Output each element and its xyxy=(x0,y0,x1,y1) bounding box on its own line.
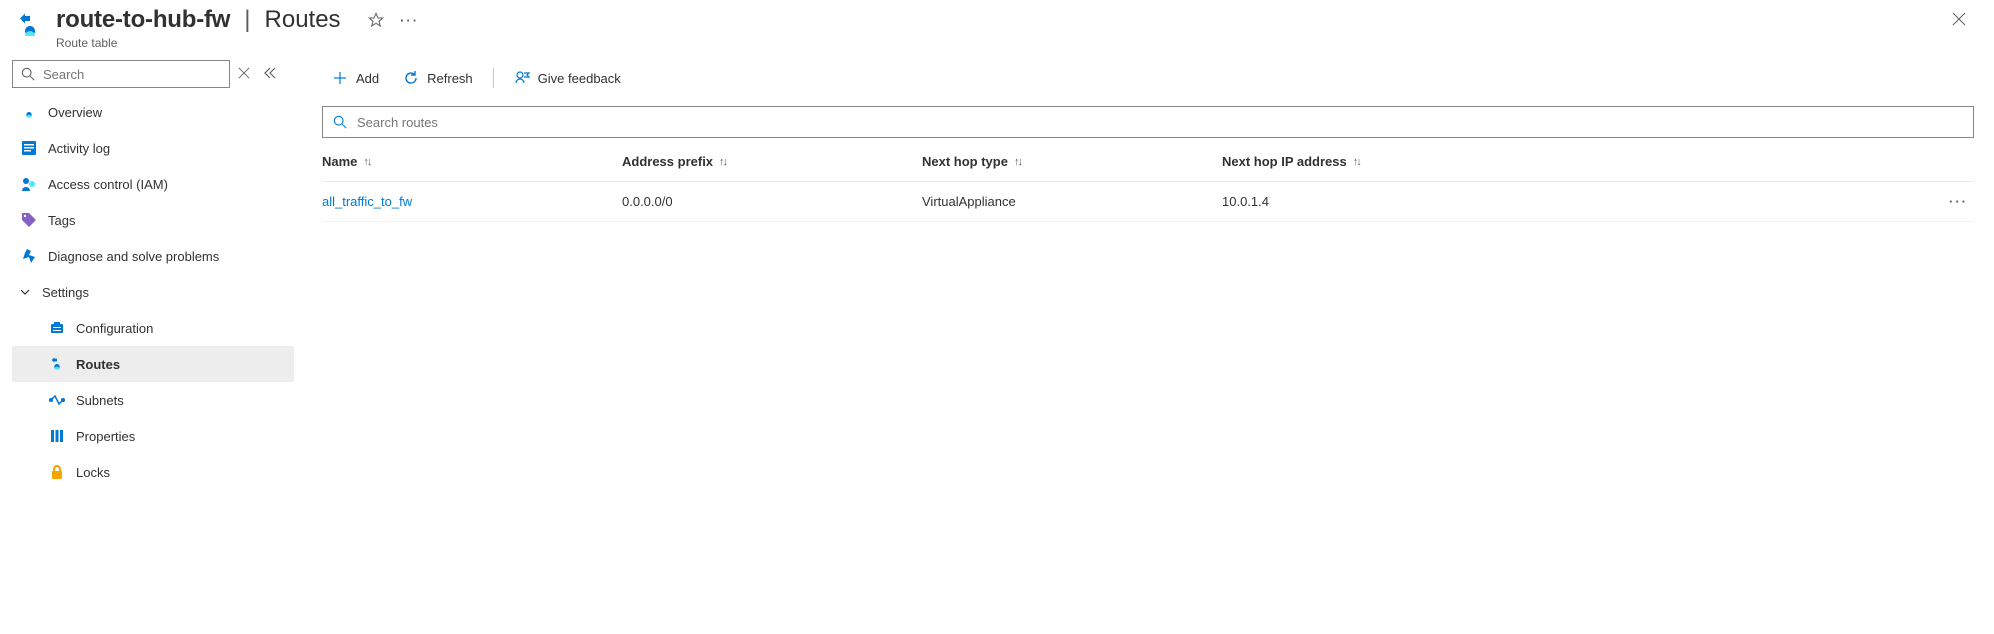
tool-label: Refresh xyxy=(427,71,473,86)
diagnose-icon xyxy=(20,247,38,265)
route-table-icon xyxy=(12,8,48,44)
sidebar-item-label: Access control (IAM) xyxy=(48,177,168,192)
tool-label: Give feedback xyxy=(538,71,621,86)
table-header-row: Name ↑↓ Address prefix ↑↓ Next hop type … xyxy=(322,142,1974,182)
sidebar-item-properties[interactable]: Properties xyxy=(12,418,294,454)
give-feedback-button[interactable]: Give feedback xyxy=(504,62,631,94)
chevron-down-icon xyxy=(20,285,32,300)
resource-type-label: Route table xyxy=(56,36,421,50)
col-header-label: Next hop IP address xyxy=(1222,154,1347,169)
sidebar-item-label: Activity log xyxy=(48,141,110,156)
sidebar-item-label: Tags xyxy=(48,213,75,228)
sidebar-collapse-toggle[interactable] xyxy=(264,66,276,82)
title-separator: | xyxy=(244,6,250,34)
feedback-icon xyxy=(514,70,530,86)
search-icon xyxy=(333,115,347,129)
sidebar-item-label: Locks xyxy=(76,465,110,480)
more-commands-icon[interactable]: ··· xyxy=(399,9,421,31)
activity-log-icon xyxy=(20,139,38,157)
search-icon xyxy=(21,67,35,81)
overview-icon xyxy=(20,103,38,121)
routes-search-box[interactable] xyxy=(322,106,1974,138)
sidebar-section-label: Settings xyxy=(42,285,89,300)
refresh-button[interactable]: Refresh xyxy=(393,62,483,94)
configuration-icon xyxy=(48,319,66,337)
sidebar-item-activity-log[interactable]: Activity log xyxy=(12,130,294,166)
routes-icon xyxy=(48,355,66,373)
favorite-star-icon[interactable] xyxy=(365,9,387,31)
add-button[interactable]: Add xyxy=(322,62,389,94)
page-header: route-to-hub-fw | Routes ··· Route table xyxy=(0,0,1994,60)
command-bar: Add Refresh Give feedback xyxy=(322,60,1974,96)
sidebar-item-label: Overview xyxy=(48,105,102,120)
col-header-label: Address prefix xyxy=(622,154,713,169)
sidebar-item-label: Properties xyxy=(76,429,135,444)
sidebar-item-configuration[interactable]: Configuration xyxy=(12,310,294,346)
sidebar-item-label: Subnets xyxy=(76,393,124,408)
sidebar-item-diagnose[interactable]: Diagnose and solve problems xyxy=(12,238,294,274)
sidebar-search-clear[interactable] xyxy=(238,66,250,82)
sidebar-nav: Overview Activity log Access control (IA… xyxy=(12,60,294,634)
cell-next-hop-ip: 10.0.1.4 xyxy=(1222,194,1934,209)
col-header-next-hop-type[interactable]: Next hop type ↑↓ xyxy=(922,154,1222,169)
tags-icon xyxy=(20,211,38,229)
sidebar-item-label: Configuration xyxy=(76,321,153,336)
sidebar-search-box[interactable] xyxy=(12,60,230,88)
sidebar-section-settings[interactable]: Settings xyxy=(12,274,294,310)
cell-address-prefix: 0.0.0.0/0 xyxy=(622,194,922,209)
col-header-label: Name xyxy=(322,154,357,169)
sidebar-search-input[interactable] xyxy=(41,66,221,83)
sidebar-item-locks[interactable]: Locks xyxy=(12,454,294,490)
sort-icon: ↑↓ xyxy=(719,156,726,168)
subnets-icon xyxy=(48,391,66,409)
col-header-name[interactable]: Name ↑↓ xyxy=(322,154,622,169)
tool-label: Add xyxy=(356,71,379,86)
properties-icon xyxy=(48,427,66,445)
sidebar-item-subnets[interactable]: Subnets xyxy=(12,382,294,418)
row-context-menu-button[interactable]: ··· xyxy=(1934,194,1974,209)
sort-icon: ↑↓ xyxy=(363,156,370,168)
col-header-label: Next hop type xyxy=(922,154,1008,169)
refresh-icon xyxy=(403,70,419,86)
sidebar-item-access-control[interactable]: Access control (IAM) xyxy=(12,166,294,202)
route-name-link[interactable]: all_traffic_to_fw xyxy=(322,194,622,209)
iam-icon xyxy=(20,175,38,193)
close-blade-button[interactable] xyxy=(1952,12,1966,31)
sidebar-item-routes[interactable]: Routes xyxy=(12,346,294,382)
col-header-address-prefix[interactable]: Address prefix ↑↓ xyxy=(622,154,922,169)
table-row[interactable]: all_traffic_to_fw 0.0.0.0/0 VirtualAppli… xyxy=(322,182,1974,222)
cell-next-hop-type: VirtualAppliance xyxy=(922,194,1222,209)
toolbar-divider xyxy=(493,68,494,88)
sidebar-item-tags[interactable]: Tags xyxy=(12,202,294,238)
plus-icon xyxy=(332,70,348,86)
routes-search-input[interactable] xyxy=(355,114,1963,131)
locks-icon xyxy=(48,463,66,481)
sidebar-item-overview[interactable]: Overview xyxy=(12,94,294,130)
resource-name: route-to-hub-fw xyxy=(56,6,230,34)
col-header-next-hop-ip[interactable]: Next hop IP address ↑↓ xyxy=(1222,154,1934,169)
sort-icon: ↑↓ xyxy=(1353,156,1360,168)
sort-icon: ↑↓ xyxy=(1014,156,1021,168)
sidebar-item-label: Diagnose and solve problems xyxy=(48,249,219,264)
section-title: Routes xyxy=(265,6,341,34)
sidebar-item-label: Routes xyxy=(76,357,120,372)
